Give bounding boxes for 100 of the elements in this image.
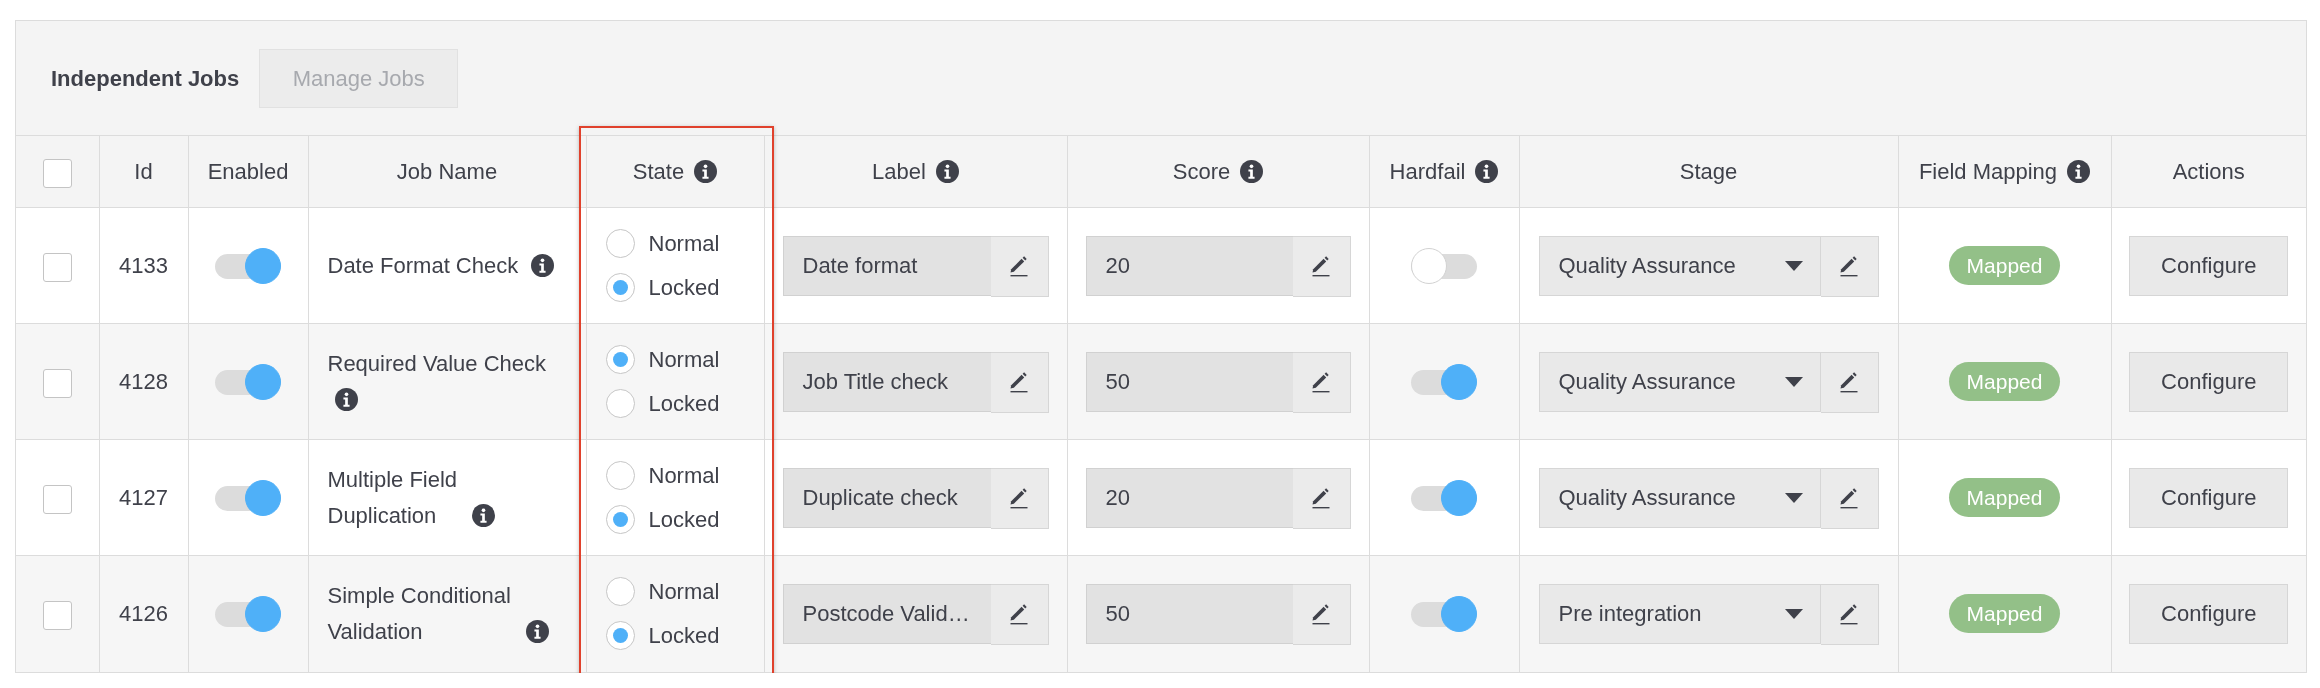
- info-icon[interactable]: [2067, 160, 2091, 183]
- edit-button[interactable]: [1292, 467, 1351, 529]
- row-checkbox[interactable]: [42, 252, 72, 282]
- radio-button[interactable]: [605, 345, 635, 374]
- label-field[interactable]: Date format: [782, 235, 992, 296]
- info-icon[interactable]: [525, 619, 549, 643]
- edit-button[interactable]: [1292, 351, 1351, 413]
- pencil-icon: [1310, 371, 1332, 393]
- pencil-icon: [1838, 487, 1860, 509]
- mapping-status: Mapped: [1948, 362, 2061, 401]
- column-header: Id: [134, 159, 153, 184]
- label-field[interactable]: Duplicate check: [782, 467, 992, 528]
- toggle-switch[interactable]: [215, 595, 281, 632]
- radio-label[interactable]: Normal: [648, 577, 720, 607]
- job-name: Multiple Field Duplication: [327, 465, 459, 530]
- configure-button[interactable]: Configure: [2129, 351, 2289, 412]
- toggle-switch[interactable]: [215, 247, 281, 284]
- caret-icon: [1784, 260, 1803, 271]
- radio-label[interactable]: Locked: [648, 621, 720, 651]
- toggle-switch[interactable]: [1411, 595, 1477, 632]
- radio-button[interactable]: [605, 505, 635, 534]
- configure-button[interactable]: Configure: [2129, 235, 2289, 296]
- pencil-icon: [1008, 487, 1030, 509]
- stage-select[interactable]: Pre integration: [1538, 583, 1821, 644]
- radio-button[interactable]: [605, 577, 635, 607]
- edit-button[interactable]: [1292, 583, 1351, 645]
- mapping-status: Mapped: [1948, 246, 2061, 285]
- job-name: Required Value Check: [327, 350, 546, 376]
- radio-label[interactable]: Locked: [648, 389, 720, 418]
- radio-label[interactable]: Locked: [648, 505, 720, 534]
- row-checkbox[interactable]: [42, 368, 72, 398]
- score-field[interactable]: 50: [1085, 351, 1294, 412]
- edit-button[interactable]: [990, 351, 1049, 413]
- radio-label[interactable]: Normal: [648, 229, 720, 258]
- radio-button[interactable]: [605, 621, 635, 651]
- info-icon[interactable]: [1475, 160, 1499, 183]
- job-id: 4126: [119, 601, 168, 627]
- radio-button[interactable]: [605, 273, 635, 302]
- column-header: Score: [1172, 159, 1231, 184]
- radio-label[interactable]: Locked: [648, 273, 720, 302]
- radio-label[interactable]: Normal: [648, 461, 720, 490]
- edit-button[interactable]: [1820, 583, 1879, 645]
- score-field[interactable]: 50: [1085, 583, 1294, 644]
- info-icon[interactable]: [334, 387, 358, 411]
- info-icon[interactable]: [935, 160, 959, 183]
- radio-button[interactable]: [605, 229, 635, 258]
- column-header: Stage: [1679, 159, 1738, 184]
- stage-select[interactable]: Quality Assurance: [1538, 235, 1821, 296]
- info-icon[interactable]: [531, 253, 555, 277]
- mapping-status: Mapped: [1948, 594, 2061, 634]
- toggle-switch[interactable]: [215, 479, 281, 516]
- radio-button[interactable]: [605, 389, 635, 418]
- column-header: Hardfail: [1389, 159, 1466, 184]
- caret-icon: [1784, 492, 1803, 503]
- job-id: 4133: [119, 253, 168, 278]
- pencil-icon: [1310, 255, 1332, 277]
- edit-button[interactable]: [1820, 467, 1879, 529]
- job-name: Date Format Check: [327, 252, 519, 278]
- pencil-icon: [1008, 603, 1030, 626]
- toggle-switch[interactable]: [1411, 479, 1477, 516]
- column-header: Enabled: [207, 159, 289, 184]
- edit-button[interactable]: [990, 235, 1049, 297]
- edit-button[interactable]: [990, 583, 1049, 645]
- radio-label[interactable]: Normal: [648, 345, 720, 374]
- label-field[interactable]: Postcode Valid…: [782, 583, 992, 644]
- job-id: 4127: [119, 485, 168, 510]
- info-icon[interactable]: [1240, 160, 1264, 183]
- column-header: Job Name: [396, 159, 498, 184]
- toggle-switch[interactable]: [215, 363, 281, 400]
- edit-button[interactable]: [1820, 235, 1879, 297]
- info-icon[interactable]: [694, 160, 718, 183]
- pencil-icon: [1838, 371, 1860, 393]
- row-checkbox[interactable]: [42, 484, 72, 514]
- row-checkbox[interactable]: [42, 600, 72, 630]
- stage-select[interactable]: Quality Assurance: [1538, 467, 1821, 528]
- select-all-checkbox[interactable]: [42, 158, 72, 188]
- edit-button[interactable]: [1292, 235, 1351, 297]
- mapping-status: Mapped: [1948, 478, 2061, 517]
- edit-button[interactable]: [1820, 351, 1879, 413]
- job-name: Simple Conditional Validation: [327, 581, 512, 646]
- label-field[interactable]: Job Title check: [782, 351, 992, 412]
- configure-button[interactable]: Configure: [2129, 583, 2289, 644]
- stage-select[interactable]: Quality Assurance: [1538, 351, 1821, 412]
- toggle-switch[interactable]: [1411, 363, 1477, 400]
- radio-button[interactable]: [605, 461, 635, 490]
- column-header: State: [632, 159, 685, 184]
- pencil-icon: [1008, 371, 1030, 393]
- score-field[interactable]: 20: [1085, 467, 1294, 528]
- info-icon[interactable]: [471, 503, 495, 527]
- pencil-icon: [1838, 603, 1860, 626]
- column-header: Actions: [2172, 159, 2245, 184]
- pencil-icon: [1008, 255, 1030, 277]
- edit-button[interactable]: [990, 467, 1049, 529]
- column-header: Field Mapping: [1918, 159, 2058, 184]
- pencil-icon: [1310, 603, 1332, 626]
- score-field[interactable]: 20: [1085, 235, 1294, 296]
- pencil-icon: [1838, 255, 1860, 277]
- caret-icon: [1784, 608, 1803, 619]
- configure-button[interactable]: Configure: [2129, 467, 2289, 528]
- toggle-switch[interactable]: [1411, 247, 1477, 284]
